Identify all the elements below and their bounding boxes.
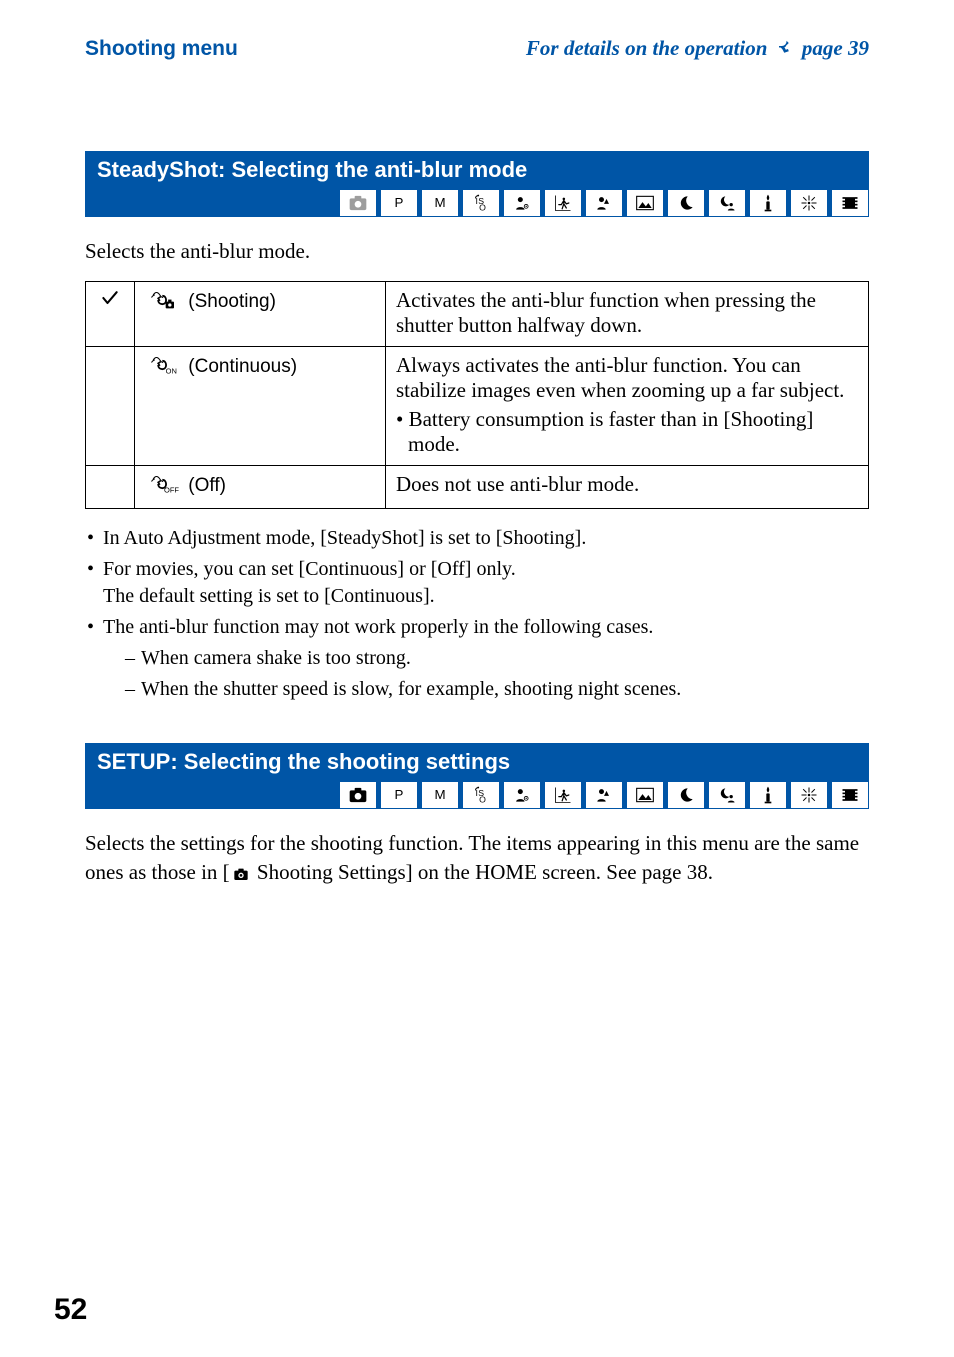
table-row: (Shooting) Activates the anti-blur funct… — [86, 282, 869, 347]
iso-icon — [462, 781, 500, 809]
note-line: The anti-blur function may not work prop… — [103, 616, 653, 638]
steadyshot-shooting-icon — [147, 290, 181, 316]
moon-icon — [667, 189, 705, 217]
mode-strip-steadyshot — [85, 189, 869, 217]
fireworks-icon — [790, 781, 828, 809]
option-desc: Activates the anti-blur function when pr… — [386, 282, 869, 347]
steadyshot-notes: In Auto Adjustment mode, [SteadyShot] is… — [85, 525, 869, 703]
section-setup: SETUP: Selecting the shooting settings S… — [85, 743, 869, 889]
portrait-soft-icon — [503, 189, 541, 217]
portrait-icon — [585, 781, 623, 809]
table-row: (Continuous) Always activates the anti-b… — [86, 347, 869, 466]
option-label: (Shooting) — [145, 291, 276, 312]
note-line: For movies, you can set [Continuous] or … — [103, 558, 516, 580]
program-p-icon — [380, 189, 418, 217]
twilight-portrait-icon — [708, 781, 746, 809]
candle-icon — [749, 189, 787, 217]
header-right-prefix: For details on the operation — [526, 36, 773, 60]
movie-icon — [831, 189, 869, 217]
camera-auto-icon — [339, 189, 377, 217]
program-p-icon — [380, 781, 418, 809]
manual-m-icon — [421, 781, 459, 809]
camera-icon — [232, 861, 250, 889]
twilight-portrait-icon — [708, 189, 746, 217]
note-item: The anti-blur function may not work prop… — [85, 614, 869, 703]
header-right-pageref: page 39 — [802, 36, 869, 60]
steadyshot-continuous-icon — [147, 355, 181, 381]
note-sub-item: When camera shake is too strong. — [125, 645, 869, 672]
steadyshot-off-icon — [147, 474, 181, 500]
moon-icon — [667, 781, 705, 809]
action-icon — [544, 189, 582, 217]
fireworks-icon — [790, 189, 828, 217]
option-label-text: (Off) — [188, 475, 226, 496]
note-item: For movies, you can set [Continuous] or … — [85, 556, 869, 610]
steadyshot-options-table: (Shooting) Activates the anti-blur funct… — [85, 281, 869, 509]
option-label-text: (Shooting) — [188, 291, 276, 312]
manual-m-icon — [421, 189, 459, 217]
option-label-text: (Continuous) — [188, 356, 297, 377]
iso-icon — [462, 189, 500, 217]
page-number: 52 — [54, 1293, 87, 1327]
section-title: SETUP: Selecting the shooting settings — [85, 743, 869, 781]
note-sub-item: When the shutter speed is slow, for exam… — [125, 676, 869, 703]
note-item: In Auto Adjustment mode, [SteadyShot] is… — [85, 525, 869, 552]
page-header: Shooting menu For details on the operati… — [85, 36, 869, 61]
camera-auto-icon — [339, 781, 377, 809]
header-right: For details on the operation page 39 — [526, 36, 869, 61]
mode-strip-setup — [85, 781, 869, 809]
landscape-icon — [626, 189, 664, 217]
action-icon — [544, 781, 582, 809]
steadyshot-intro: Selects the anti-blur mode. — [85, 237, 869, 265]
table-row: (Off) Does not use anti-blur mode. — [86, 466, 869, 509]
movie-icon — [831, 781, 869, 809]
landscape-icon — [626, 781, 664, 809]
hand-pointer-icon — [775, 36, 795, 61]
option-label: (Off) — [145, 475, 226, 496]
portrait-icon — [585, 189, 623, 217]
note-line: The default setting is set to [Continuou… — [103, 583, 869, 610]
header-left: Shooting menu — [85, 37, 238, 61]
option-label: (Continuous) — [145, 356, 297, 377]
section-steadyshot: SteadyShot: Selecting the anti-blur mode… — [85, 151, 869, 703]
option-sub-bullet: • Battery consumption is faster than in … — [396, 407, 858, 457]
option-desc: Does not use anti-blur mode. — [386, 466, 869, 509]
section-title: SteadyShot: Selecting the anti-blur mode — [85, 151, 869, 189]
candle-icon — [749, 781, 787, 809]
setup-body-post: Shooting Settings] on the HOME screen. S… — [252, 860, 713, 884]
setup-body: Selects the settings for the shooting fu… — [85, 829, 869, 889]
check-icon — [96, 288, 124, 308]
portrait-soft-icon — [503, 781, 541, 809]
option-desc: Always activates the anti-blur function.… — [396, 353, 844, 402]
